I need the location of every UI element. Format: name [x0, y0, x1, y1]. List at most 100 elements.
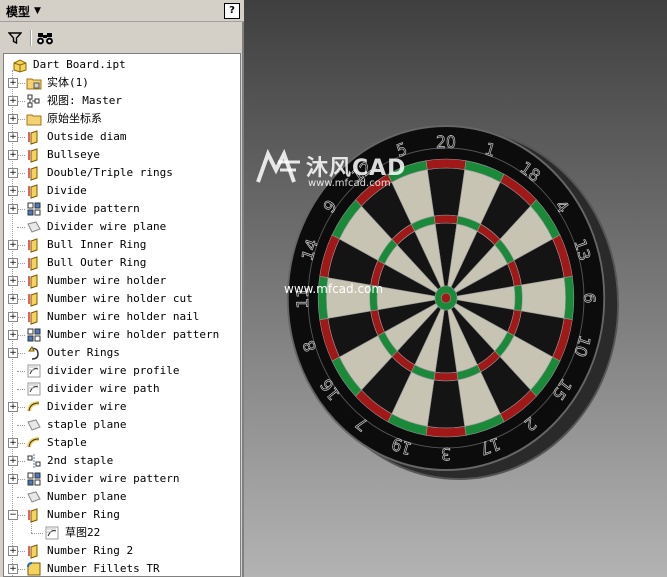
- double-ring-segment: [563, 275, 575, 321]
- tree-branch-line: [17, 569, 25, 570]
- sketch-icon: [44, 525, 60, 541]
- tree-item[interactable]: + Number wire holder cut: [4, 290, 240, 308]
- double-ring-segment: [425, 158, 467, 170]
- tree-item[interactable]: + Number wire holder nail: [4, 308, 240, 326]
- tree-item[interactable]: + Bull Inner Ring: [4, 236, 240, 254]
- tree-branch-line: [17, 137, 25, 138]
- tree-item[interactable]: + 视图: Master: [4, 92, 240, 110]
- tree-item-label: Divider wire: [47, 400, 127, 413]
- toolbar-separator: [30, 30, 32, 46]
- tree-branch-line: [17, 155, 25, 156]
- tree-item-label: Bull Inner Ring: [47, 238, 147, 251]
- tree-branch-line: [17, 353, 25, 354]
- find-button[interactable]: [34, 28, 56, 48]
- pattern-icon: [26, 327, 42, 343]
- tree-item[interactable]: + Number wire holder pattern: [4, 326, 240, 344]
- help-button[interactable]: ?: [224, 3, 240, 19]
- browser-toolbar: [0, 26, 244, 50]
- tree-item-label: Outer Rings: [47, 346, 120, 359]
- tree-item-label: 草图22: [65, 526, 101, 539]
- tree-branch-line: [17, 335, 25, 336]
- tree-item-label: 原始坐标系: [47, 112, 102, 125]
- extrude-icon: [26, 237, 42, 253]
- sketch-icon: [26, 363, 42, 379]
- tree-item[interactable]: Number plane: [4, 488, 240, 506]
- tree-item[interactable]: + Divide: [4, 182, 240, 200]
- board-number: 3: [441, 444, 451, 464]
- filter-button[interactable]: [4, 28, 26, 48]
- panel-title-dropdown[interactable]: 模型 ▼: [6, 3, 41, 19]
- sketch-icon: [26, 381, 42, 397]
- tree-item-label: divider wire profile: [47, 364, 180, 377]
- model-tree: Dart Board.ipt + 实体(1) + 视图: Master + 原始坐标系 + Ou…: [3, 53, 241, 577]
- tree-item[interactable]: + Double/Triple rings: [4, 164, 240, 182]
- tree-branch-line: [17, 245, 25, 246]
- tree-item-label: Divider wire plane: [47, 220, 167, 233]
- tree-branch-line: [17, 515, 25, 516]
- tree-item[interactable]: divider wire profile: [4, 362, 240, 380]
- tree-item[interactable]: staple plane: [4, 416, 240, 434]
- tree-branch-line: [17, 173, 25, 174]
- triple-ring-segment: [433, 214, 459, 225]
- tree-item[interactable]: + Number Ring 2: [4, 542, 240, 560]
- panel-title: 模型: [6, 4, 31, 19]
- tree-item[interactable]: + Number wire holder: [4, 272, 240, 290]
- sweep-icon: [26, 399, 42, 415]
- origin-folder-icon: [26, 111, 42, 127]
- tree-item[interactable]: + 原始坐标系: [4, 110, 240, 128]
- panel-header: 模型 ▼ ?: [0, 0, 244, 22]
- tree-item[interactable]: + 实体(1): [4, 74, 240, 92]
- tree-item-label: Double/Triple rings: [47, 166, 173, 179]
- mirror-icon: [26, 453, 42, 469]
- tree-branch-line: [17, 497, 25, 498]
- tree-item[interactable]: +2nd staple: [4, 452, 240, 470]
- chevron-down-icon: ▼: [34, 6, 41, 16]
- tree-item-label: Number plane: [47, 490, 127, 503]
- extrude-icon: [26, 291, 42, 307]
- tree-branch-line: [17, 479, 25, 480]
- triple-ring-segment: [433, 371, 459, 382]
- pattern-icon: [26, 471, 42, 487]
- triple-ring-segment: [513, 284, 523, 312]
- tree-item-label: Number Ring 2: [47, 544, 134, 557]
- tree-item[interactable]: + Divider wire: [4, 398, 240, 416]
- model-browser-panel: 模型 ▼ ? Dart Board.ipt + 实体(1) + 视图: Master + 原…: [0, 0, 244, 577]
- tree-item-label: Number wire holder: [47, 274, 167, 287]
- pattern-icon: [26, 201, 42, 217]
- tree-item-label: Number wire holder pattern: [47, 328, 220, 341]
- tree-branch-line: [17, 461, 25, 462]
- extrude-icon: [26, 543, 42, 559]
- tree-item[interactable]: + Number Fillets TR: [4, 560, 240, 576]
- work-plane-icon: [26, 219, 42, 235]
- tree-item-label: Number Ring: [47, 508, 120, 521]
- tree-branch-line: [17, 551, 25, 552]
- tree-branch-line: [17, 389, 25, 390]
- tree-item[interactable]: divider wire path: [4, 380, 240, 398]
- tree-item-label: Divide pattern: [47, 202, 140, 215]
- fillet-icon: [26, 561, 42, 576]
- tree-item[interactable]: + Divide pattern: [4, 200, 240, 218]
- tree-branch-line: [17, 209, 25, 210]
- extrude-icon: [26, 507, 42, 523]
- tree-item-label: 视图: Master: [47, 94, 122, 107]
- tree-branch-line: [31, 533, 43, 534]
- tree-item[interactable]: + Divider wire pattern: [4, 470, 240, 488]
- extrude-icon: [26, 255, 42, 271]
- tree-item[interactable]: Divider wire plane: [4, 218, 240, 236]
- tree-item[interactable]: 草图22: [4, 524, 240, 542]
- tree-item-label: Staple: [47, 436, 87, 449]
- tree-item[interactable]: + Staple: [4, 434, 240, 452]
- tree-branch-line: [17, 101, 25, 102]
- tree-item[interactable]: + Bull Outer Ring: [4, 254, 240, 272]
- bullseye: [441, 292, 451, 304]
- mfcad-logo: [256, 148, 300, 183]
- tree-item[interactable]: − Number Ring: [4, 506, 240, 524]
- tree-branch-line: [17, 83, 25, 84]
- tree-root-item[interactable]: Dart Board.ipt: [4, 56, 240, 74]
- tree-item[interactable]: + Outer Rings: [4, 344, 240, 362]
- 3d-viewport[interactable]: 20 1 18 4 13 6 10 15 2 17 3 19 7 16 8 11 14 9 12 5 沐风CAD ww…: [244, 0, 667, 577]
- double-ring-segment: [425, 426, 467, 438]
- tree-branch-line: [17, 191, 25, 192]
- tree-item[interactable]: + Outside diam: [4, 128, 240, 146]
- tree-item[interactable]: + Bullseye: [4, 146, 240, 164]
